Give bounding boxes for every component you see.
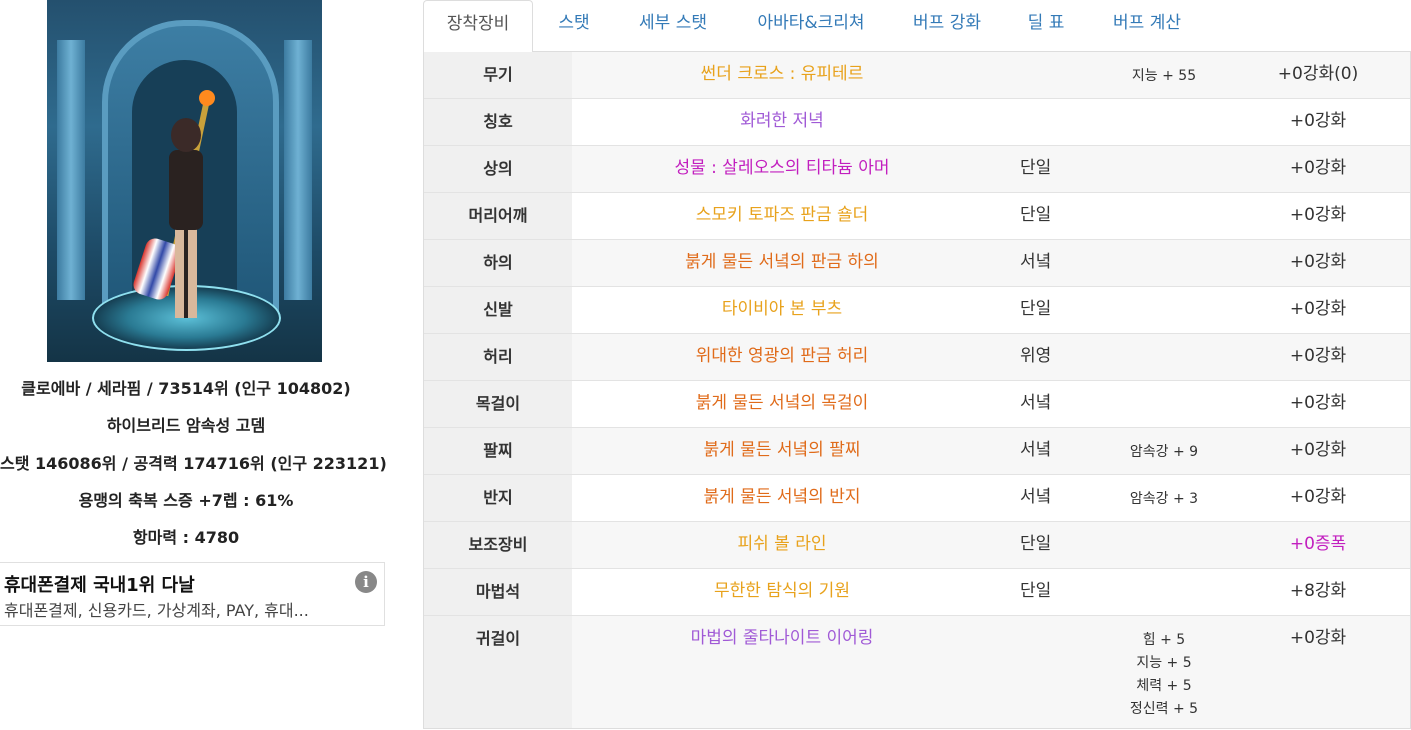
portrait-figure-legs	[175, 228, 197, 318]
item-reinforce: +0강화	[1289, 393, 1347, 413]
character-summary: 클로에바 / 세라핌 / 73514위 (인구 104802)	[21, 379, 351, 398]
item-reinforce: +0강화	[1289, 487, 1347, 507]
stat-line: 지능 + 5	[1136, 655, 1192, 671]
item-name[interactable]: 썬더 크로스 : 유피테르	[572, 52, 992, 97]
equipment-row: 허리 위대한 영광의 판금 허리 위영 +0강화	[424, 333, 1410, 380]
stat-line: 암속강 + 3	[1129, 491, 1199, 507]
item-name[interactable]: 붉게 물든 서녘의 팔찌	[572, 428, 992, 473]
slot-label: 반지	[424, 475, 572, 521]
equipment-row: 상의 성물 : 살레오스의 티타늄 아머 단일 +0강화	[424, 145, 1410, 192]
item-name[interactable]: 스모키 토파즈 판금 숄더	[572, 193, 992, 238]
item-set: 단일	[1020, 158, 1052, 178]
equipment-table: 무기 썬더 크로스 : 유피테르 지능 + 55 +0강화(0) 칭호 화려한 저녁 +0강…	[423, 52, 1411, 729]
item-reinforce: +0강화	[1289, 628, 1347, 648]
equipment-row: 목걸이 붉게 물든 서녘의 목걸이 서녘 +0강화	[424, 380, 1410, 427]
stat-line: 암속강 + 9	[1129, 444, 1199, 460]
tab-buff-enhance[interactable]: 버프 강화	[895, 0, 999, 50]
equipment-row: 반지 붉게 물든 서녘의 반지 서녘 암속강 + 3 +0강화	[424, 474, 1410, 521]
item-set: 서녘	[1020, 487, 1052, 507]
equipment-row: 하의 붉게 물든 서녘의 판금 하의 서녘 +0강화	[424, 239, 1410, 286]
slot-label: 팔찌	[424, 428, 572, 474]
slot-label: 목걸이	[424, 381, 572, 427]
tab-buff-calc[interactable]: 버프 계산	[1095, 0, 1199, 50]
equipment-row: 칭호 화려한 저녁 +0강화	[424, 98, 1410, 145]
item-name[interactable]: 성물 : 살레오스의 티타늄 아머	[572, 146, 992, 191]
portrait-pillar-right	[284, 40, 312, 300]
item-stats: 힘 + 5 지능 + 5 체력 + 5 정신력 + 5	[1104, 629, 1224, 721]
tab-damage-table[interactable]: 딜 표	[1015, 0, 1077, 50]
item-reinforce: +0증폭	[1289, 534, 1347, 554]
info-icon[interactable]: i	[355, 571, 377, 593]
item-reinforce: +0강화	[1289, 205, 1347, 225]
item-stats: 지능 + 55	[1104, 65, 1224, 88]
equipment-row: 팔찌 붉게 물든 서녘의 팔찌 서녘 암속강 + 9 +0강화	[424, 427, 1410, 474]
item-reinforce: +0강화	[1289, 346, 1347, 366]
equipment-row: 마법석 무한한 탐식의 기원 단일 +8강화	[424, 568, 1410, 615]
tab-bar: 장착장비 스탯 세부 스탯 아바타&크리쳐 버프 강화 딜 표 버프 계산	[423, 0, 1411, 53]
item-set: 서녘	[1020, 393, 1052, 413]
slot-label: 하의	[424, 240, 572, 286]
ad-title[interactable]: 휴대폰결제 국내1위 다날	[4, 571, 195, 597]
portrait-figure-head	[171, 118, 201, 152]
item-reinforce: +8강화	[1289, 581, 1347, 601]
item-reinforce: +0강화	[1289, 111, 1347, 131]
item-stats: 암속강 + 3	[1104, 488, 1224, 511]
stat-line: 힘 + 5	[1142, 632, 1186, 648]
item-name[interactable]: 붉게 물든 서녘의 반지	[572, 475, 992, 520]
slot-label: 무기	[424, 52, 572, 98]
slot-label: 마법석	[424, 569, 572, 615]
tab-detail-stats[interactable]: 세부 스탯	[617, 0, 729, 50]
item-stats: 암속강 + 9	[1104, 441, 1224, 464]
stat-line: 정신력 + 5	[1129, 701, 1199, 717]
ad-description[interactable]: 휴대폰결제, 신용카드, 가상계좌, PAY, 휴대...	[4, 597, 309, 621]
equipment-row: 신발 타이비아 본 부츠 단일 +0강화	[424, 286, 1410, 333]
advertisement[interactable]: 휴대폰결제 국내1위 다날 휴대폰결제, 신용카드, 가상계좌, PAY, 휴대…	[0, 562, 385, 626]
item-name[interactable]: 붉게 물든 서녘의 판금 하의	[572, 240, 992, 285]
item-set: 서녘	[1020, 252, 1052, 272]
stat-line: 체력 + 5	[1136, 678, 1192, 694]
item-name[interactable]: 붉게 물든 서녘의 목걸이	[572, 381, 992, 426]
tab-stats[interactable]: 스탯	[541, 0, 607, 50]
slot-label: 머리어깨	[424, 193, 572, 239]
item-set: 단일	[1020, 581, 1052, 601]
character-anti-magic: 항마력 : 4780	[132, 528, 240, 547]
character-portrait	[47, 0, 322, 362]
tab-avatar-creature[interactable]: 아바타&크리쳐	[739, 0, 883, 50]
portrait-staff-orb	[199, 90, 215, 106]
slot-label: 허리	[424, 334, 572, 380]
equipment-row: 귀걸이 마법의 줄타나이트 이어링 힘 + 5 지능 + 5 체력 + 5 정신력 + 5…	[424, 615, 1410, 728]
slot-label: 상의	[424, 146, 572, 192]
item-name[interactable]: 무한한 탐식의 기원	[572, 569, 992, 614]
portrait-pillar-left	[57, 40, 85, 300]
stat-line: 지능 + 55	[1131, 68, 1197, 84]
item-name[interactable]: 화려한 저녁	[572, 99, 992, 144]
item-set: 단일	[1020, 299, 1052, 319]
character-ranking: 스탯 146086위 / 공격력 174716위 (인구 223121)	[0, 454, 387, 473]
equipment-row: 머리어깨 스모키 토파즈 판금 숄더 단일 +0강화	[424, 192, 1410, 239]
character-build: 하이브리드 암속성 고뎀	[106, 416, 266, 435]
item-reinforce: +0강화	[1289, 440, 1347, 460]
slot-label: 귀걸이	[424, 616, 572, 728]
item-set: 단일	[1020, 205, 1052, 225]
item-set: 서녘	[1020, 440, 1052, 460]
item-name[interactable]: 타이비아 본 부츠	[572, 287, 992, 332]
item-set: 단일	[1020, 534, 1052, 554]
portrait-figure-body	[169, 150, 203, 230]
equipment-row: 무기 썬더 크로스 : 유피테르 지능 + 55 +0강화(0)	[424, 52, 1410, 98]
slot-label: 신발	[424, 287, 572, 333]
character-buff-level: 용맹의 축복 스증 +7렙 : 61%	[78, 491, 294, 510]
item-reinforce: +0강화	[1289, 158, 1347, 178]
tab-equipment[interactable]: 장착장비	[423, 0, 533, 53]
item-name[interactable]: 위대한 영광의 판금 허리	[572, 334, 992, 379]
item-name[interactable]: 마법의 줄타나이트 이어링	[572, 616, 992, 661]
equipment-row: 보조장비 피쉬 볼 라인 단일 +0증폭	[424, 521, 1410, 568]
item-set: 위영	[1020, 346, 1052, 366]
slot-label: 보조장비	[424, 522, 572, 568]
item-reinforce: +0강화(0)	[1277, 64, 1359, 84]
slot-label: 칭호	[424, 99, 572, 145]
item-name[interactable]: 피쉬 볼 라인	[572, 522, 992, 567]
item-reinforce: +0강화	[1289, 299, 1347, 319]
item-reinforce: +0강화	[1289, 252, 1347, 272]
